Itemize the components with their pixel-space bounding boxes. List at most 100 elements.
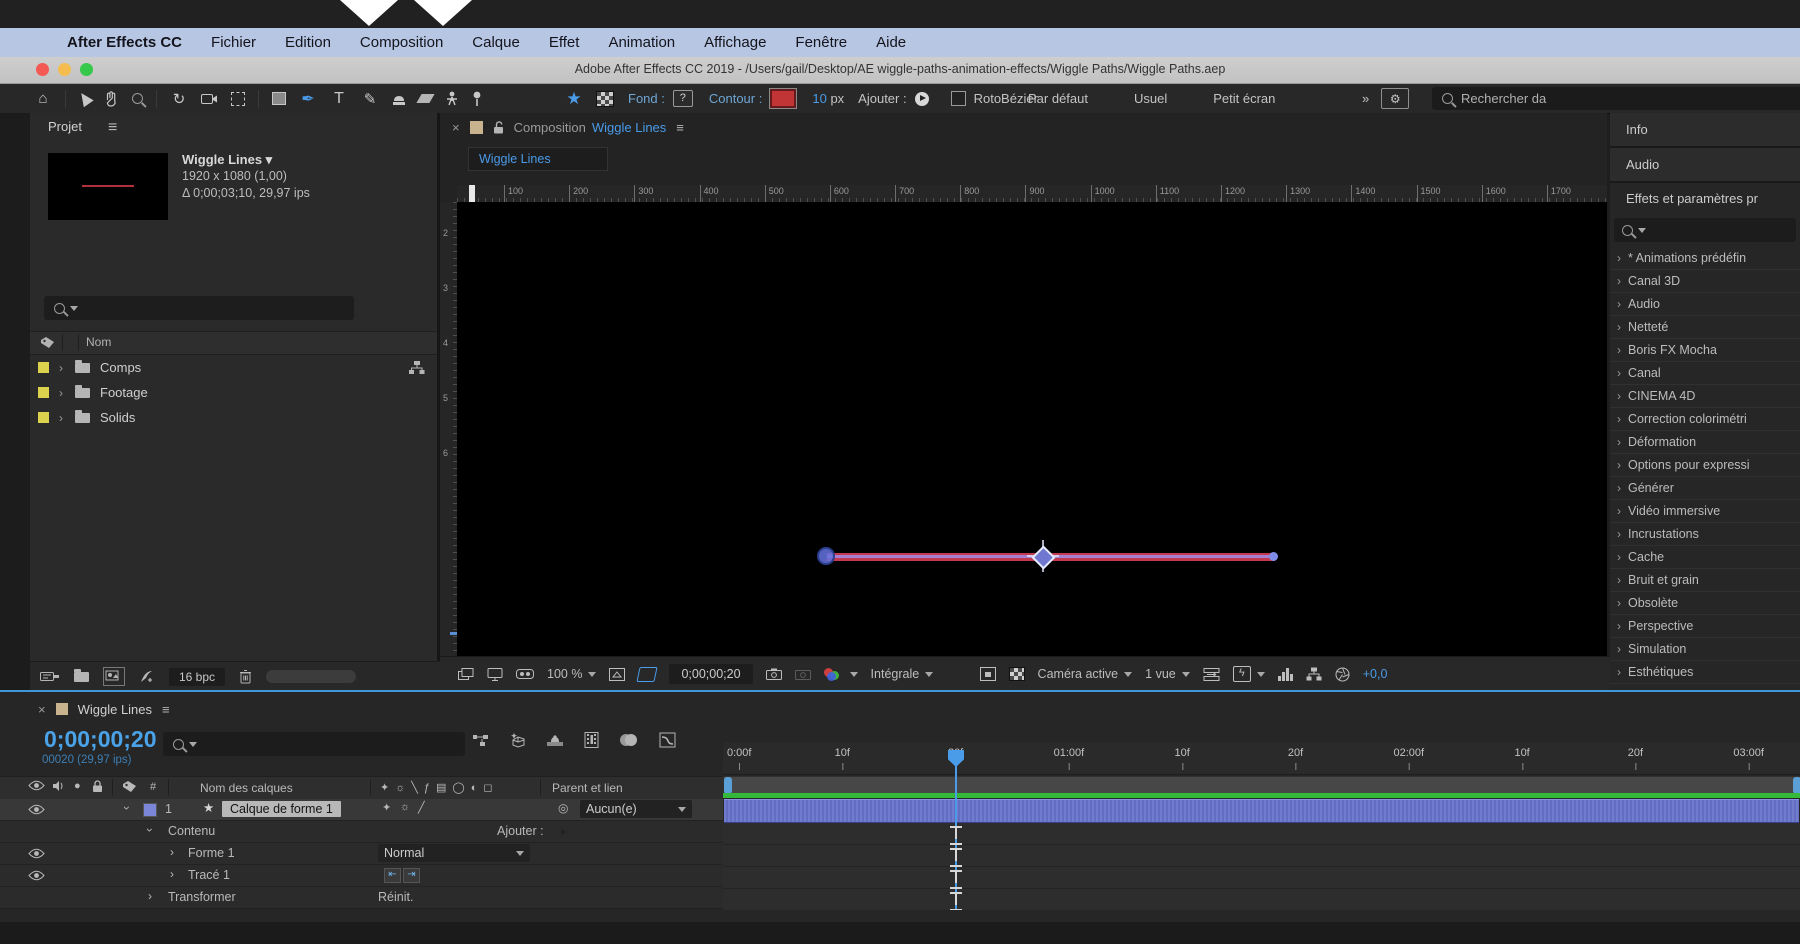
close-tab-icon[interactable]: ×	[38, 702, 46, 717]
track-row[interactable]	[723, 889, 1800, 911]
exposure-shutter-icon[interactable]	[1335, 667, 1350, 682]
time-ruler[interactable]: 0:00f10f20f01:00f10f20f02:00f10f20f03:00…	[723, 742, 1800, 775]
manage-workspaces-icon[interactable]: ⚙	[1381, 88, 1409, 109]
help-search-field[interactable]: Rechercher da	[1432, 87, 1800, 110]
menu-item[interactable]: Composition	[360, 34, 443, 51]
track-row[interactable]	[723, 845, 1800, 867]
path-vertex-start[interactable]	[817, 547, 835, 565]
frame-blending-icon[interactable]	[584, 732, 599, 748]
effect-category-row[interactable]: › Vidéo immersive	[1610, 500, 1800, 523]
project-item-row[interactable]: › Solids	[30, 405, 437, 430]
workspace-tab[interactable]: Par défaut	[1028, 91, 1088, 106]
panel-menu-icon[interactable]: ≡	[676, 120, 684, 135]
effect-category-row[interactable]: › Déformation	[1610, 431, 1800, 454]
tab-comp-name[interactable]: Wiggle Lines	[592, 120, 666, 135]
workspace-overflow-chevrons[interactable]: »	[1362, 91, 1369, 106]
stroke-width-value[interactable]: 10	[812, 91, 826, 106]
menu-item[interactable]: Effet	[549, 34, 580, 51]
property-group-row[interactable]: › Contenu Ajouter :	[0, 821, 723, 843]
expand-chevron[interactable]: ›	[170, 845, 174, 859]
layer-row[interactable]: › 1 ★ Calque de forme 1 ✦ ☼ ╱ ◎ Aucun(e)	[0, 799, 723, 821]
effect-category-row[interactable]: › Options pour expressi	[1610, 454, 1800, 477]
fill-label[interactable]: Fond :	[628, 91, 665, 106]
comp-breadcrumb-button[interactable]: Wiggle Lines	[468, 147, 608, 171]
expand-chevron-icon[interactable]: ›	[59, 361, 63, 375]
motion-blur-icon[interactable]	[619, 733, 639, 747]
pan-behind-tool-icon[interactable]	[231, 92, 245, 106]
keyframe-nav-left-icon[interactable]: ⇤	[384, 868, 401, 883]
folder-name[interactable]: Comps	[100, 360, 141, 375]
composition-thumbnail[interactable]	[48, 153, 168, 220]
always-preview-icon[interactable]	[458, 668, 474, 681]
expand-layer-chevron[interactable]: ›	[120, 806, 134, 810]
search-options-caret[interactable]	[70, 306, 78, 311]
show-snapshot-icon[interactable]	[795, 668, 811, 680]
eye-column-icon[interactable]	[28, 780, 45, 791]
comp-name[interactable]: Wiggle Lines ▾	[182, 151, 310, 168]
composition-viewport[interactable]	[457, 202, 1607, 656]
panel-menu-icon[interactable]: ≡	[108, 119, 117, 137]
panel-info-header[interactable]: Info	[1610, 113, 1800, 148]
interpret-footage-icon[interactable]	[40, 670, 60, 683]
project-settings-icon[interactable]	[139, 669, 155, 684]
pen-tool-icon[interactable]: ✒	[299, 89, 317, 109]
target-region-icon[interactable]	[980, 667, 996, 681]
brush-tool-icon[interactable]: ✎	[361, 90, 379, 108]
menu-item[interactable]: Calque	[472, 34, 520, 51]
transparency-grid-icon[interactable]	[596, 91, 614, 107]
puppet-pin-tool-icon[interactable]	[471, 91, 483, 106]
effect-category-row[interactable]: › * Animations prédéfin	[1610, 247, 1800, 270]
effect-category-row[interactable]: › Canal	[1610, 362, 1800, 385]
camera-tool-icon[interactable]	[201, 93, 218, 105]
effect-category-row[interactable]: › Simulation	[1610, 638, 1800, 661]
group-label[interactable]: Forme 1	[188, 846, 235, 860]
rotate-tool-icon[interactable]: ↻	[170, 90, 188, 108]
menu-item[interactable]: Animation	[608, 34, 675, 51]
eye-icon[interactable]	[28, 870, 45, 881]
group-label[interactable]: Tracé 1	[188, 868, 230, 882]
workspace-tab[interactable]: Petit écran	[1213, 91, 1275, 106]
label-color-swatch[interactable]	[38, 387, 49, 398]
selection-tool-icon[interactable]	[76, 90, 93, 108]
hand-tool-icon[interactable]	[104, 91, 119, 107]
name-column-header[interactable]: Nom des calques	[200, 781, 293, 795]
work-area-start-handle[interactable]	[724, 777, 732, 794]
region-of-interest-icon[interactable]	[637, 667, 658, 682]
layer-switch-quality-icon[interactable]: ☼	[400, 801, 410, 813]
effect-category-row[interactable]: › Netteté	[1610, 316, 1800, 339]
switches-column-icons[interactable]: ✦☼╲ƒ▤◯◐◻	[380, 781, 499, 794]
effect-category-row[interactable]: › Bruit et grain	[1610, 569, 1800, 592]
expand-chevron[interactable]: ›	[170, 867, 174, 881]
share-view-icon[interactable]	[1203, 668, 1220, 681]
label-tag-icon[interactable]	[122, 780, 137, 793]
monitor-icon[interactable]	[487, 668, 503, 681]
name-column-header[interactable]: Nom	[86, 335, 111, 349]
menu-item[interactable]: After Effects CC	[67, 34, 182, 51]
text-tool-icon[interactable]: T	[330, 90, 348, 108]
view-layout-dropdown[interactable]: 1 vue	[1145, 667, 1190, 681]
layer-switch-effects-icon[interactable]: ╱	[418, 801, 425, 814]
path-vertex-end[interactable]	[1269, 552, 1278, 561]
effect-category-row[interactable]: › Perspective	[1610, 615, 1800, 638]
preset-star-icon[interactable]: ★	[565, 89, 583, 109]
effect-category-row[interactable]: › Esthétiques	[1610, 661, 1800, 684]
work-area-end-handle[interactable]	[1793, 777, 1800, 794]
draft-3d-icon[interactable]	[509, 732, 526, 748]
menu-item[interactable]: Edition	[285, 34, 331, 51]
menu-item[interactable]: Affichage	[704, 34, 766, 51]
stroke-label[interactable]: Contour :	[709, 91, 762, 106]
snapshot-camera-icon[interactable]	[766, 668, 782, 680]
label-color-swatch[interactable]	[38, 412, 49, 423]
parent-dropdown[interactable]: Aucun(e)	[580, 800, 692, 818]
unlock-icon[interactable]	[493, 121, 504, 134]
eraser-tool-icon[interactable]	[416, 94, 434, 103]
lock-column-icon[interactable]	[92, 780, 103, 793]
vertical-ruler[interactable]: 23456	[440, 202, 458, 656]
timeline-search-field[interactable]	[163, 732, 465, 756]
layer-duration-bar[interactable]	[724, 799, 1799, 823]
expand-chevron-icon[interactable]: ›	[59, 386, 63, 400]
new-composition-icon[interactable]	[103, 667, 125, 686]
label-tag-icon[interactable]	[40, 336, 55, 349]
effect-category-row[interactable]: › Canal 3D	[1610, 270, 1800, 293]
new-folder-icon[interactable]	[74, 672, 89, 682]
